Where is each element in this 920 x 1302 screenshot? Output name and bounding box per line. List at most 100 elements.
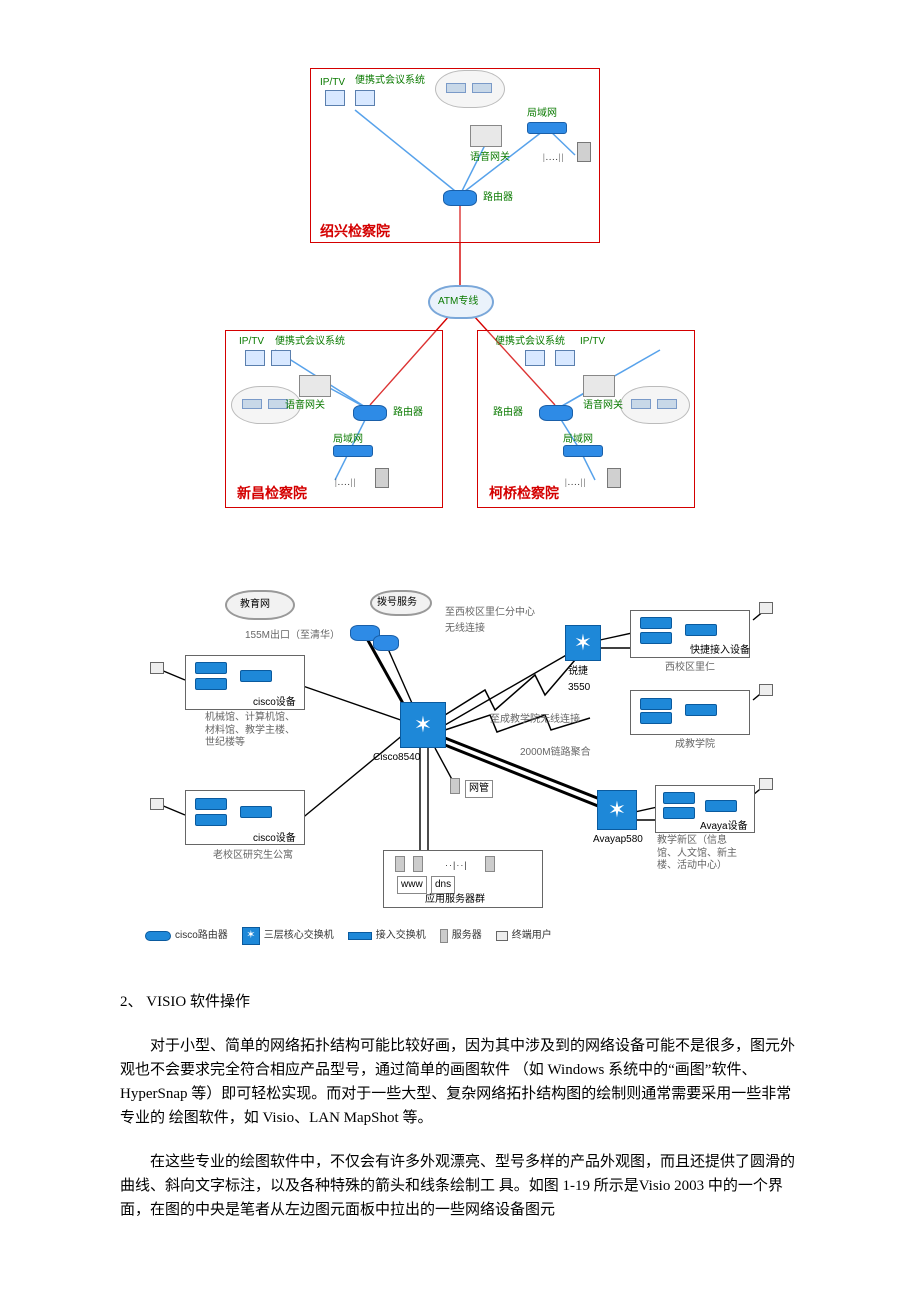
acc-sw-icon-10 bbox=[640, 698, 672, 710]
server-icon bbox=[577, 142, 591, 162]
pc-icon-4 bbox=[759, 684, 773, 696]
site3-name: 柯桥检察院 bbox=[489, 482, 559, 504]
voice-gw-icon bbox=[470, 125, 502, 147]
agg-label: 2000M链路聚合 bbox=[520, 745, 591, 761]
server-cloud-icon-3 bbox=[620, 386, 690, 424]
server-icon-3 bbox=[607, 468, 621, 488]
star-icon: ✶ bbox=[414, 714, 432, 736]
server-cloud-icon bbox=[435, 70, 505, 108]
block3-caption: 西校区里仁 bbox=[665, 660, 715, 676]
legend-core-label: 三层核心交换机 bbox=[264, 928, 334, 944]
acc-sw-icon-12 bbox=[685, 704, 717, 716]
uplink-label: 155M出口（至清华） bbox=[245, 628, 340, 644]
iptv-label-3: IP/TV bbox=[580, 334, 605, 350]
edu-label: 教育网 bbox=[240, 597, 270, 613]
star-icon-3: ✶ bbox=[608, 799, 626, 821]
voice-gw-label-1: 语音网关 bbox=[470, 150, 510, 166]
ellipsis-3: |....|| bbox=[565, 475, 586, 489]
paragraph-2: 在这些专业的绘图软件中，不仅会有许多外观漂亮、型号多样的产品外观图，而且还提供了… bbox=[120, 1150, 800, 1222]
acc-sw-icon bbox=[195, 662, 227, 674]
section-title: 2、 VISIO 软件操作 bbox=[120, 990, 800, 1014]
server-icon-b bbox=[413, 856, 423, 872]
star-icon-2: ✶ bbox=[574, 632, 592, 654]
ellipsis-1: |....|| bbox=[543, 150, 564, 164]
portable-label-3: 便携式会议系统 bbox=[495, 334, 565, 350]
legend: cisco路由器 ✶三层核心交换机 接入交换机 服务器 终端用户 bbox=[145, 922, 775, 950]
router-label-3: 路由器 bbox=[493, 405, 523, 421]
router-icon-2 bbox=[353, 405, 387, 421]
server-farm-caption: 应用服务器群 bbox=[425, 892, 485, 908]
legend-pc-label: 终端用户 bbox=[512, 928, 552, 944]
router-label-2: 路由器 bbox=[393, 405, 423, 421]
diagram-topology-1: ATM专线 绍兴检察院 IP/TV 便携式会议系统 语音网关 路由器 局域网 |… bbox=[225, 50, 695, 530]
pc-icon-5 bbox=[759, 778, 773, 790]
core-icon-legend: ✶ bbox=[242, 927, 260, 945]
legend-router: cisco路由器 bbox=[145, 928, 228, 944]
legend-access-label: 接入交换机 bbox=[376, 928, 426, 944]
site1-name: 绍兴检察院 bbox=[320, 220, 390, 242]
wireless1-label: 至西校区里仁分中心 无线连接 bbox=[445, 605, 535, 637]
block2-dev: cisco设备 bbox=[253, 831, 296, 847]
laptop-icon bbox=[355, 90, 375, 106]
laptop-icon-2 bbox=[271, 350, 291, 366]
voice-gw-icon-3 bbox=[583, 375, 615, 397]
server-ellipsis: ··|··| bbox=[445, 858, 468, 872]
pc-icon-3 bbox=[759, 602, 773, 614]
block5-dev: Avaya设备 bbox=[700, 819, 748, 835]
block4-caption: 成教学院 bbox=[675, 737, 715, 753]
lan-label-2: 局域网 bbox=[333, 432, 363, 448]
voice-gw-label-2: 语音网关 bbox=[285, 398, 325, 414]
legend-server-label: 服务器 bbox=[452, 928, 482, 944]
router-label-1: 路由器 bbox=[483, 190, 513, 206]
ruijie-label: 锐捷 3550 bbox=[568, 664, 590, 696]
block1-dev: cisco设备 bbox=[253, 695, 296, 711]
block3-dev: 快捷接入设备 bbox=[690, 643, 750, 659]
iptv-label-1: IP/TV bbox=[320, 75, 345, 91]
netmgmt-label: 网管 bbox=[465, 780, 493, 798]
iptv-pc-icon-3 bbox=[555, 350, 575, 366]
block2-caption: 老校区研究生公寓 bbox=[213, 848, 293, 864]
site2-name: 新昌检察院 bbox=[237, 482, 307, 504]
server-icon-legend bbox=[440, 929, 448, 943]
voice-gw-icon-2 bbox=[299, 375, 331, 397]
access-icon-legend bbox=[348, 932, 372, 940]
core-switch-icon: ✶ bbox=[400, 702, 446, 748]
block1-caption: 机械馆、计算机馆、 材料馆、教学主楼、 世纪楼等 bbox=[205, 712, 295, 750]
portable-label-2: 便携式会议系统 bbox=[275, 334, 345, 350]
server-icon-a bbox=[395, 856, 405, 872]
www-label: www bbox=[397, 876, 427, 894]
wireless2-label: 至成教学院无线连接 bbox=[490, 712, 580, 728]
paragraph-1: 对于小型、简单的网络拓扑结构可能比较好画，因为其中涉及到的网络设备可能不是很多，… bbox=[120, 1034, 800, 1130]
pc-icon bbox=[150, 662, 164, 674]
ellipsis-2: |....|| bbox=[335, 475, 356, 489]
acc-sw-icon-4 bbox=[195, 798, 227, 810]
server-icon-2 bbox=[375, 468, 389, 488]
avaya-label: Avayap580 bbox=[593, 832, 643, 848]
iptv-pc-icon bbox=[325, 90, 345, 106]
core-label: Cisco8540 bbox=[373, 750, 420, 766]
acc-sw-icon-9 bbox=[685, 624, 717, 636]
acc-sw-icon-15 bbox=[705, 800, 737, 812]
voice-gw-label-3: 语音网关 bbox=[583, 398, 623, 414]
lan-label-3: 局域网 bbox=[563, 432, 593, 448]
avaya-icon: ✶ bbox=[597, 790, 637, 830]
lan-label-1: 局域网 bbox=[527, 106, 557, 122]
server-icon-c bbox=[485, 856, 495, 872]
legend-core: ✶三层核心交换机 bbox=[242, 927, 334, 945]
acc-sw-icon-3 bbox=[240, 670, 272, 682]
router-icon-legend bbox=[145, 931, 171, 941]
dial-router-icon bbox=[373, 635, 399, 651]
lan-switch-icon bbox=[527, 122, 567, 134]
pc-icon-legend bbox=[496, 931, 508, 941]
acc-sw-icon-7 bbox=[640, 617, 672, 629]
iptv-pc-icon-2 bbox=[245, 350, 265, 366]
laptop-icon-3 bbox=[525, 350, 545, 366]
acc-sw-icon-2 bbox=[195, 678, 227, 690]
legend-server: 服务器 bbox=[440, 928, 482, 944]
ruijie-icon: ✶ bbox=[565, 625, 601, 661]
acc-sw-icon-8 bbox=[640, 632, 672, 644]
dial-label: 拨号服务 bbox=[377, 595, 417, 611]
diagram-topology-2: 教育网 155M出口（至清华） 拨号服务 ✶ Cisco8540 至西校区里仁分… bbox=[145, 580, 775, 950]
acc-sw-icon-14 bbox=[663, 807, 695, 819]
block5-caption: 教学新区（信息 馆、人文馆、新主 楼、活动中心） bbox=[657, 835, 737, 873]
